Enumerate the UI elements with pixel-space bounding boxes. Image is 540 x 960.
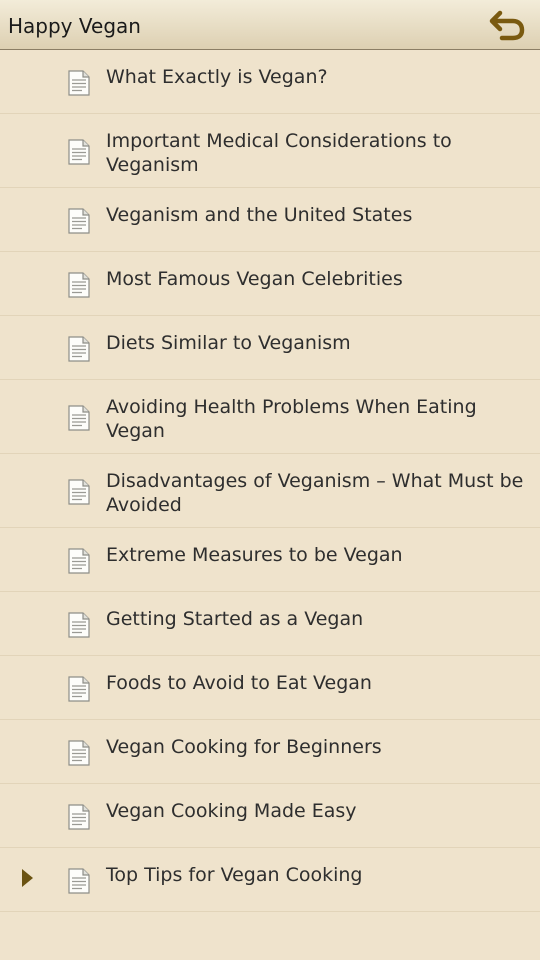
app-bar: Happy Vegan (0, 0, 540, 50)
chapter-list: What Exactly is Vegan? Important Medical… (0, 50, 540, 912)
list-item-label: Avoiding Health Problems When Eating Veg… (106, 396, 477, 442)
document-icon (68, 676, 90, 702)
document-icon (68, 612, 90, 638)
list-item-label: Important Medical Considerations to Vega… (106, 130, 452, 176)
document-icon (68, 479, 90, 505)
list-item-label: Getting Started as a Vegan (106, 608, 364, 630)
list-item[interactable]: Getting Started as a Vegan (0, 592, 540, 656)
list-item-label: Veganism and the United States (106, 204, 413, 226)
list-item-label: Disadvantages of Veganism – What Must be… (106, 470, 524, 516)
document-icon (68, 336, 90, 362)
list-item-label: Vegan Cooking Made Easy (106, 800, 357, 822)
list-item[interactable]: Avoiding Health Problems When Eating Veg… (0, 380, 540, 454)
list-item[interactable]: Diets Similar to Veganism (0, 316, 540, 380)
list-item[interactable]: Most Famous Vegan Celebrities (0, 252, 540, 316)
document-icon (68, 405, 90, 431)
list-item-label: What Exactly is Vegan? (106, 66, 328, 88)
list-item-label: Diets Similar to Veganism (106, 332, 351, 354)
list-item-label: Top Tips for Vegan Cooking (106, 864, 363, 886)
document-icon (68, 548, 90, 574)
list-item-label: Vegan Cooking for Beginners (106, 736, 382, 758)
current-item-arrow-icon (22, 869, 33, 887)
list-item[interactable]: Veganism and the United States (0, 188, 540, 252)
document-icon (68, 208, 90, 234)
list-item[interactable]: What Exactly is Vegan? (0, 50, 540, 114)
list-item-label: Extreme Measures to be Vegan (106, 544, 403, 566)
document-icon (68, 70, 90, 96)
document-icon (68, 139, 90, 165)
list-item[interactable]: Vegan Cooking Made Easy (0, 784, 540, 848)
list-item[interactable]: Disadvantages of Veganism – What Must be… (0, 454, 540, 528)
list-item-label: Most Famous Vegan Celebrities (106, 268, 403, 290)
list-item[interactable]: Important Medical Considerations to Vega… (0, 114, 540, 188)
list-item-current[interactable]: Top Tips for Vegan Cooking (0, 848, 540, 912)
list-item[interactable]: Foods to Avoid to Eat Vegan (0, 656, 540, 720)
document-icon (68, 804, 90, 830)
back-button[interactable] (489, 9, 527, 43)
document-icon (68, 868, 90, 894)
document-icon (68, 740, 90, 766)
undo-arrow-icon (489, 10, 525, 41)
list-item-label: Foods to Avoid to Eat Vegan (106, 672, 372, 694)
list-item[interactable]: Vegan Cooking for Beginners (0, 720, 540, 784)
document-icon (68, 272, 90, 298)
app-title: Happy Vegan (8, 14, 141, 38)
list-item[interactable]: Extreme Measures to be Vegan (0, 528, 540, 592)
